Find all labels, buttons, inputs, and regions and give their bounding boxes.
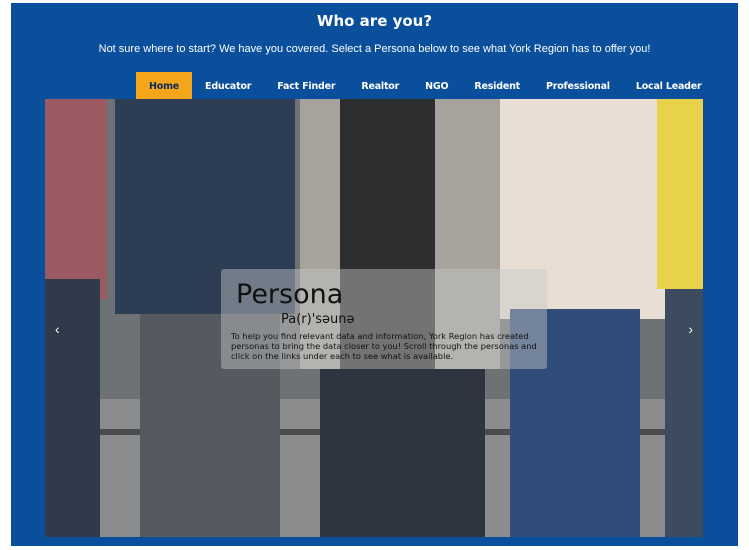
chevron-left-icon[interactable]: ‹ bbox=[55, 321, 60, 337]
tab-educator[interactable]: Educator bbox=[192, 72, 264, 101]
hero-carousel: Persona Pa(r)'səunə To help you find rel… bbox=[45, 99, 703, 537]
tab-realtor[interactable]: Realtor bbox=[348, 72, 412, 101]
chevron-right-icon[interactable]: › bbox=[688, 321, 693, 337]
tab-fact-finder[interactable]: Fact Finder bbox=[264, 72, 348, 101]
persona-caption: Persona Pa(r)'səunə To help you find rel… bbox=[221, 269, 547, 369]
caption-title: Persona bbox=[236, 279, 344, 310]
persona-panel: Who are you? Not sure where to start? We… bbox=[11, 3, 738, 546]
persona-nav: Home Educator Fact Finder Realtor NGO Re… bbox=[136, 72, 714, 101]
tab-professional[interactable]: Professional bbox=[533, 72, 623, 101]
caption-phonetic: Pa(r)'səunə bbox=[281, 312, 355, 327]
caption-description: To help you find relevant data and infor… bbox=[231, 331, 537, 361]
page-title: Who are you? bbox=[316, 12, 433, 30]
tab-resident[interactable]: Resident bbox=[461, 72, 533, 101]
page-subtitle: Not sure where to start? We have you cov… bbox=[98, 43, 651, 55]
tab-home[interactable]: Home bbox=[136, 72, 193, 101]
tab-ngo[interactable]: NGO bbox=[412, 72, 461, 101]
tab-local-leader[interactable]: Local Leader bbox=[623, 72, 715, 101]
